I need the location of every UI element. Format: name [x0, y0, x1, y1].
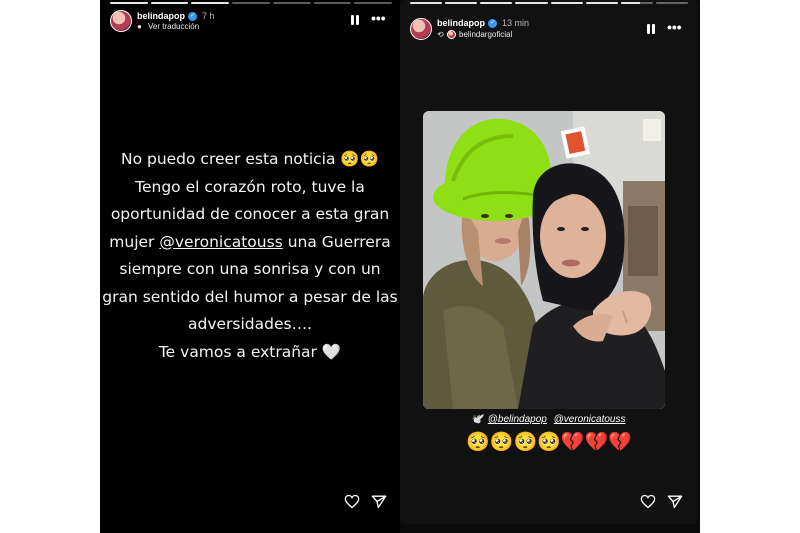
dove-emoji: 🕊️: [470, 414, 483, 425]
send-icon[interactable]: [667, 494, 683, 509]
pause-icon[interactable]: [647, 24, 657, 34]
avatar[interactable]: [110, 10, 132, 32]
story-right[interactable]: belindapop ✓ 13 min ⟲ belindargoficial •…: [400, 0, 700, 533]
verified-badge-icon: ✓: [488, 19, 497, 28]
story-text-line: gran sentido del humor a pesar de las: [102, 287, 398, 306]
tagged-users: 🕊️ @belindapop @veronicatouss: [400, 414, 698, 425]
story-progress-bar: [110, 2, 393, 4]
send-icon[interactable]: [371, 494, 387, 509]
mini-avatar: [447, 30, 456, 39]
story-text-line: Te vamos a extrañar 🤍: [158, 342, 342, 361]
translate-link[interactable]: Ver traducción: [148, 22, 199, 31]
repost-icon: ⟲: [437, 30, 444, 39]
story-text-line: adversidades….: [187, 315, 312, 333]
story-left[interactable]: belindapop ✓ 7 h ● Ver traducción ••• No…: [100, 0, 400, 533]
story-text: No puedo creer esta noticia 🥺🥺 Tengo el …: [100, 146, 400, 366]
verified-badge-icon: ✓: [188, 12, 197, 21]
tag-belindapop[interactable]: @belindapop: [488, 414, 547, 425]
username[interactable]: belindapop: [437, 18, 485, 28]
reshared-from-user[interactable]: belindargoficial: [459, 30, 512, 39]
post-time: 7 h: [202, 11, 215, 21]
emoji-row: 🥺🥺🥺🥺💔💔💔: [466, 431, 632, 453]
heart-icon[interactable]: [640, 494, 656, 509]
story-text-line: oportunidad de conocer a esta gran: [110, 205, 390, 223]
story-photo: [423, 111, 665, 409]
pause-icon[interactable]: [351, 15, 361, 25]
mention-suffix: una Guerrera: [287, 232, 391, 251]
mention-prefix: mujer: [109, 232, 155, 251]
mention-link[interactable]: @veronicatouss: [159, 233, 282, 251]
tag-veronicatouss[interactable]: @veronicatouss: [554, 414, 626, 425]
photo-illustration: [423, 111, 665, 409]
story-text-line-mention: mujer @veronicatouss una Guerrera: [100, 229, 400, 257]
globe-icon: ●: [137, 22, 142, 31]
more-icon[interactable]: •••: [371, 11, 386, 25]
more-icon[interactable]: •••: [667, 20, 682, 34]
post-time: 13 min: [502, 18, 530, 28]
story-progress-bar: [410, 2, 688, 4]
story-text-line: No puedo creer esta noticia 🥺🥺: [120, 150, 380, 168]
story-text-line: Tengo el corazón roto, tuve la: [135, 177, 365, 196]
heart-icon[interactable]: [344, 494, 360, 509]
username[interactable]: belindapop: [137, 11, 185, 21]
story-text-line: siempre con una sonrisa y con un: [119, 260, 381, 278]
avatar[interactable]: [410, 18, 432, 40]
